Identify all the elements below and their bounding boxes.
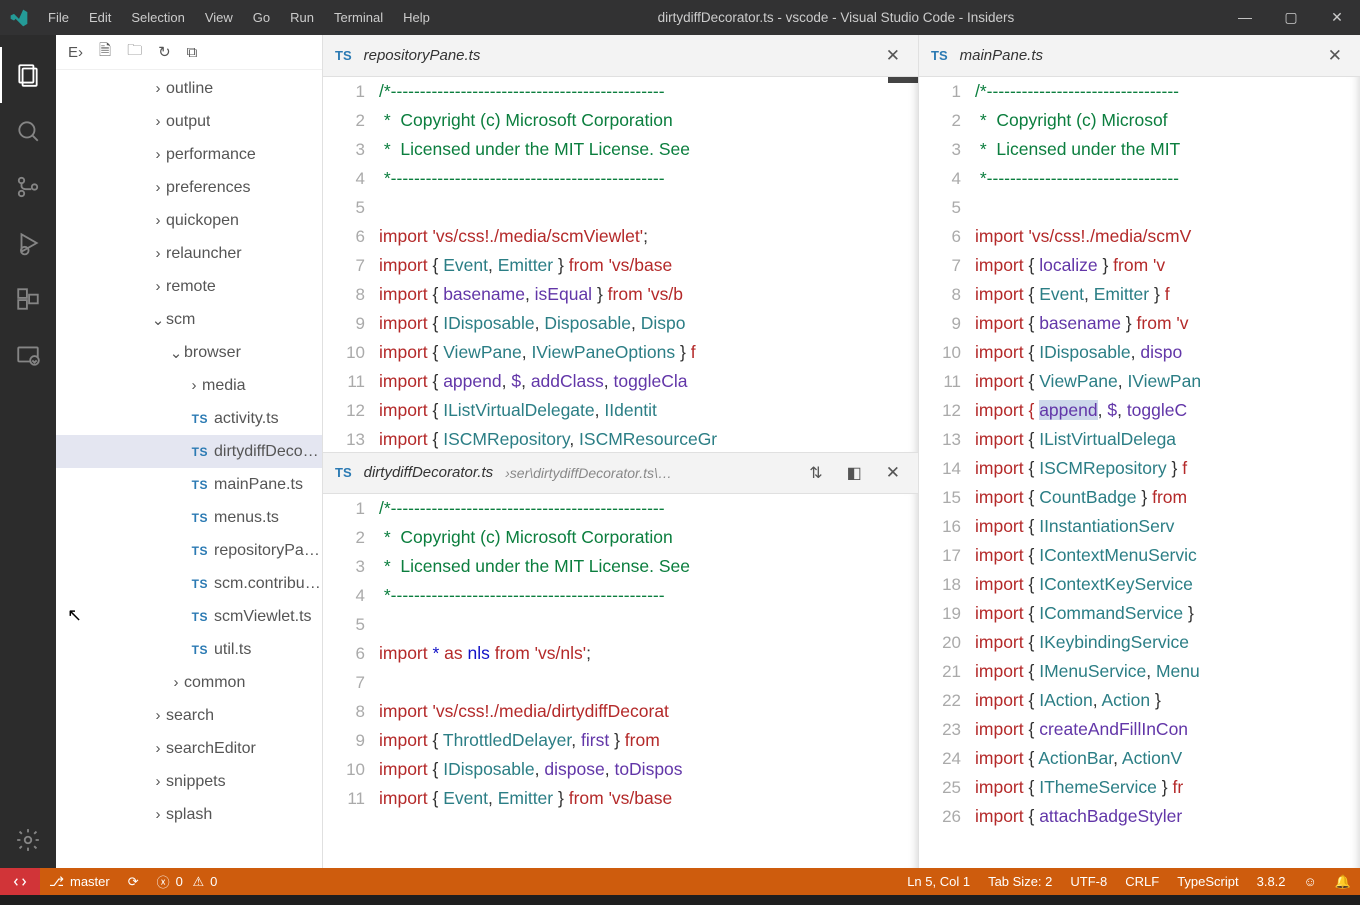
menu-help[interactable]: Help [393, 10, 440, 25]
new-file-icon[interactable]: 🗎 [99, 40, 111, 65]
tree-item[interactable]: ›searchEditor [56, 732, 322, 765]
source-control-icon[interactable] [0, 159, 56, 215]
tree-item[interactable]: ›quickopen [56, 204, 322, 237]
tree-item[interactable]: ⌄scm [56, 303, 322, 336]
settings-gear-icon[interactable] [0, 812, 56, 868]
activity-bar [0, 35, 56, 868]
language-status[interactable]: TypeScript [1168, 868, 1247, 895]
collapse-all-icon[interactable]: ⧉ [187, 44, 198, 61]
refresh-icon[interactable]: ↻ [158, 43, 171, 61]
typescript-icon: TS [335, 48, 352, 63]
tree-item[interactable]: ›search [56, 699, 322, 732]
remote-explorer-icon[interactable] [0, 327, 56, 383]
run-debug-icon[interactable] [0, 215, 56, 271]
encoding-status[interactable]: UTF-8 [1061, 868, 1116, 895]
compare-icon[interactable]: ⇅ [803, 463, 828, 483]
feedback-icon[interactable]: ☺ [1295, 868, 1326, 895]
menu-selection[interactable]: Selection [121, 10, 194, 25]
tree-item[interactable]: TSactivity.ts [56, 402, 322, 435]
sync-status-icon[interactable]: ⟳ [119, 868, 148, 895]
tab-bar-3: TS mainPane.ts ✕ [919, 35, 1360, 77]
editor-repository-pane[interactable]: 12345678910111213 /*--------------------… [323, 77, 918, 452]
status-bar: ⎇ master ⟳ ⓧ 0 ⚠ 0 Ln 5, Col 1 Tab Size:… [0, 868, 1360, 895]
menu-run[interactable]: Run [280, 10, 324, 25]
file-tree[interactable]: ›outline›output›performance›preferences›… [56, 70, 322, 868]
close-tab-icon[interactable]: ✕ [880, 46, 918, 66]
tree-item[interactable]: TSrepositoryPa… [56, 534, 322, 567]
minimize-icon[interactable]: — [1222, 9, 1268, 26]
explorer-icon[interactable] [0, 47, 56, 103]
problems-status[interactable]: ⓧ 0 ⚠ 0 [148, 868, 227, 895]
tree-item[interactable]: TSutil.ts [56, 633, 322, 666]
close-tab-icon[interactable]: ✕ [880, 463, 918, 483]
typescript-version-status[interactable]: 3.8.2 [1248, 868, 1295, 895]
vscode-logo-icon [0, 8, 38, 28]
tree-item[interactable]: ›splash [56, 798, 322, 831]
cursor-position-status[interactable]: Ln 5, Col 1 [898, 868, 979, 895]
tree-item[interactable]: ›remote [56, 270, 322, 303]
tree-item[interactable]: ›media [56, 369, 322, 402]
search-icon[interactable] [0, 103, 56, 159]
typescript-icon: TS [335, 465, 352, 480]
window-controls: — ▢ ✕ [1222, 9, 1360, 26]
extensions-icon[interactable] [0, 271, 56, 327]
window-title: dirtydiffDecorator.ts - vscode - Visual … [440, 10, 1222, 25]
typescript-icon: TS [931, 48, 948, 63]
tree-item[interactable]: ›common [56, 666, 322, 699]
menu-view[interactable]: View [195, 10, 243, 25]
editor-dirtydiff-decorator[interactable]: 1234567891011 /*------------------------… [323, 494, 918, 869]
maximize-icon[interactable]: ▢ [1268, 9, 1314, 26]
git-branch-status[interactable]: ⎇ master [40, 868, 119, 895]
tree-item[interactable]: ›output [56, 105, 322, 138]
tab-bar-1: TS repositoryPane.ts ✕ [323, 35, 918, 77]
notifications-bell-icon[interactable]: 🔔 [1326, 868, 1360, 895]
tree-item[interactable]: ⌄browser [56, 336, 322, 369]
editor-main-pane[interactable]: 1234567891011121314151617181920212223242… [919, 77, 1360, 868]
menu-go[interactable]: Go [243, 10, 280, 25]
tree-item[interactable]: ›preferences [56, 171, 322, 204]
menu-file[interactable]: File [38, 10, 79, 25]
tree-item[interactable]: TSdirtydiffDeco… [56, 435, 322, 468]
tree-item[interactable]: ›snippets [56, 765, 322, 798]
tab-bar-2: TS dirtydiffDecorator.ts ›ser\dirtydiffD… [323, 452, 918, 494]
editor-area: TS repositoryPane.ts ✕ 12345678910111213… [323, 35, 1360, 868]
menu-edit[interactable]: Edit [79, 10, 121, 25]
explorer-sidebar: E› 🗎 🗀 ↻ ⧉ ›outline›output›performance›p… [56, 35, 323, 868]
new-folder-icon[interactable]: 🗀 [127, 40, 142, 65]
explorer-toolbar: E› 🗎 🗀 ↻ ⧉ [56, 35, 322, 70]
tree-item[interactable]: TSscm.contribu… [56, 567, 322, 600]
tree-item[interactable]: TSmenus.ts [56, 501, 322, 534]
tab-size-status[interactable]: Tab Size: 2 [979, 868, 1061, 895]
tree-item[interactable]: TSscmViewlet.ts [56, 600, 322, 633]
tree-item[interactable]: TSmainPane.ts [56, 468, 322, 501]
tree-item[interactable]: ›outline [56, 72, 322, 105]
titlebar: FileEditSelectionViewGoRunTerminalHelp d… [0, 0, 1360, 35]
main-menu: FileEditSelectionViewGoRunTerminalHelp [38, 10, 440, 25]
tab-dirtydiff-decorator[interactable]: dirtydiffDecorator.ts [364, 464, 494, 481]
tab-repository-pane[interactable]: repositoryPane.ts [364, 47, 481, 64]
tree-item[interactable]: ›performance [56, 138, 322, 171]
tab-main-pane[interactable]: mainPane.ts [960, 47, 1043, 64]
tree-item[interactable]: ›relauncher [56, 237, 322, 270]
close-tab-icon[interactable]: ✕ [1322, 46, 1360, 66]
remote-status-icon[interactable] [0, 868, 40, 895]
tab-path: ›ser\dirtydiffDecorator.ts\… [505, 465, 672, 481]
explorer-section-label[interactable]: E› [68, 44, 83, 61]
split-editor-icon[interactable]: ◧ [841, 463, 868, 483]
close-icon[interactable]: ✕ [1314, 9, 1360, 26]
menu-terminal[interactable]: Terminal [324, 10, 393, 25]
eol-status[interactable]: CRLF [1116, 868, 1168, 895]
